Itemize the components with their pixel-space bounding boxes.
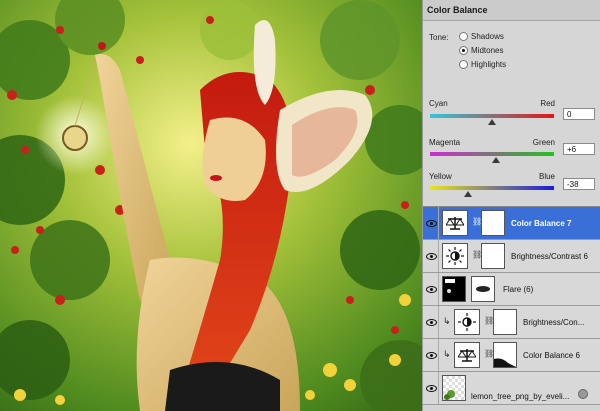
tone-option-midtones[interactable]: Midtones (459, 44, 503, 57)
tone-label: Tone: (429, 33, 449, 42)
layer-name: Color Balance 7 (511, 219, 572, 228)
yellow-blue-value[interactable]: -38 (563, 178, 595, 190)
layer-name: Color Balance 6 (523, 351, 580, 360)
flare-thumbnail (442, 276, 466, 302)
slider-label-yellow: Yellow (429, 172, 452, 181)
layer-name: lemon_tree_png_by_eveli... (471, 392, 570, 401)
tone-label-highlights: Highlights (471, 60, 507, 69)
tone-option-highlights[interactable]: Highlights (459, 58, 506, 71)
radio-shadows[interactable] (459, 32, 468, 41)
visibility-eye-icon[interactable] (424, 372, 439, 404)
sun-icon (442, 243, 468, 269)
cyan-red-track[interactable] (430, 114, 554, 118)
layer-brightness-contrast-6[interactable]: ⛓ Brightness/Contrast 6 (423, 240, 600, 273)
cyan-red-value[interactable]: 0 (563, 108, 595, 120)
visibility-eye-icon[interactable] (424, 207, 439, 239)
slider-label-red: Red (540, 99, 555, 108)
magenta-green-thumb[interactable] (491, 157, 500, 163)
color-balance-title: Color Balance (423, 0, 600, 21)
scales-icon (442, 210, 468, 236)
cyan-red-labels: Cyan Red (429, 99, 555, 108)
layer-style-icon[interactable] (578, 389, 588, 399)
scales-icon (454, 342, 480, 368)
link-icon[interactable]: ⛓ (472, 250, 482, 262)
radio-highlights[interactable] (459, 60, 468, 69)
layer-mask-thumbnail[interactable] (493, 309, 517, 335)
slider-label-magenta: Magenta (429, 138, 461, 147)
layer-mask-thumbnail[interactable] (481, 210, 505, 236)
layer-color-balance-7[interactable]: ⛓ Color Balance 7 (423, 207, 600, 240)
slider-label-blue: Blue (538, 172, 555, 181)
layer-color-balance-6[interactable]: ↳ ⛓ Color Balance 6 (423, 339, 600, 372)
tone-label-shadows: Shadows (471, 32, 504, 41)
visibility-eye-icon[interactable] (424, 273, 439, 305)
layer-mask-thumbnail[interactable] (493, 342, 517, 368)
sun-icon (454, 309, 480, 335)
yellow-blue-track[interactable] (430, 186, 554, 190)
layer-name: Flare (6) (503, 285, 534, 294)
link-icon[interactable]: ⛓ (484, 316, 494, 328)
magenta-green-track[interactable] (430, 152, 554, 156)
magenta-green-labels: Magenta Green (429, 138, 555, 147)
layer-flare-6[interactable]: Flare (6) (423, 273, 600, 306)
clipping-arrow-icon: ↳ (443, 349, 451, 359)
link-icon[interactable]: ⛓ (472, 217, 482, 229)
radio-midtones[interactable] (459, 46, 468, 55)
tone-option-shadows[interactable]: Shadows (459, 30, 504, 43)
yellow-blue-labels: Yellow Blue (429, 172, 555, 181)
layers-panel: ⛓ Color Balance 7 ⛓ Brightness/Contrast … (422, 206, 600, 411)
magenta-green-value[interactable]: +6 (563, 143, 595, 155)
slider-label-cyan: Cyan (429, 99, 448, 108)
layer-mask-thumbnail[interactable] (481, 243, 505, 269)
layer-brightness-contrast-clipped[interactable]: ↳ ⛓ Brightness/Con... (423, 306, 600, 339)
visibility-eye-icon[interactable] (424, 339, 439, 371)
layer-name: Brightness/Con... (523, 318, 585, 327)
cyan-red-thumb[interactable] (488, 119, 496, 125)
artwork-image (0, 0, 422, 411)
tree-thumbnail (442, 375, 466, 401)
color-balance-panel: Color Balance Tone: Shadows Midtones Hig… (422, 0, 600, 206)
photo-canvas[interactable] (0, 0, 422, 411)
visibility-eye-icon[interactable] (424, 240, 439, 272)
flare-mask-thumbnail[interactable] (471, 276, 495, 302)
tone-label-midtones: Midtones (471, 46, 504, 55)
link-icon[interactable]: ⛓ (484, 349, 494, 361)
clipping-arrow-icon: ↳ (443, 316, 451, 326)
layer-lemon-tree[interactable]: lemon_tree_png_by_eveli... (423, 372, 600, 405)
slider-label-green: Green (532, 138, 555, 147)
yellow-blue-thumb[interactable] (464, 191, 473, 197)
layer-name: Brightness/Contrast 6 (511, 252, 588, 261)
visibility-eye-icon[interactable] (424, 306, 439, 338)
